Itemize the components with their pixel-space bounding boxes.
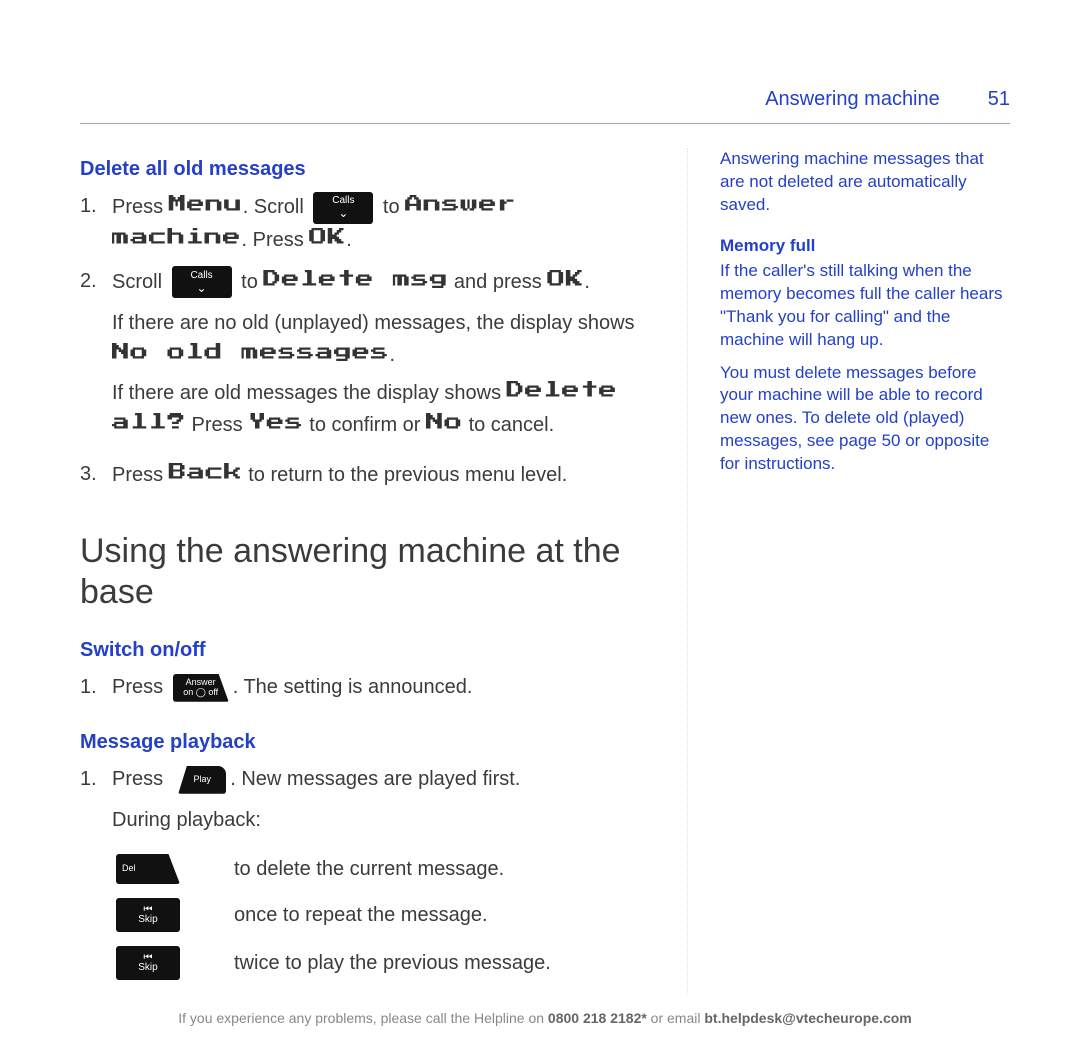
text: . New messages are played first.: [230, 768, 520, 790]
text: .: [584, 271, 590, 293]
text: to confirm or: [304, 414, 426, 436]
text: Press: [186, 414, 248, 436]
old-paragraph: If there are old messages the display sh…: [112, 377, 655, 441]
osd-no: No: [426, 413, 463, 431]
text: to: [236, 271, 264, 293]
text: .: [346, 229, 352, 251]
text: . The setting is announced.: [233, 676, 473, 698]
delete-step-3: 3. Press Back to return to the previous …: [80, 459, 655, 491]
text: and press: [448, 271, 547, 293]
header-rule: [80, 123, 1010, 124]
step-number: 2.: [80, 266, 102, 299]
during-playback-label: During playback:: [112, 805, 655, 836]
columns: Delete all old messages 1. Press Menu. S…: [80, 148, 1010, 994]
step-number: 3.: [80, 459, 102, 491]
footer-email: bt.helpdesk@vtecheurope.com: [704, 1010, 911, 1026]
step-number: 1.: [80, 191, 102, 256]
chevron-down-icon: ⌄: [197, 282, 207, 294]
step-body: Press Play . New messages are played firs…: [112, 764, 655, 840]
key-label: Skip: [138, 915, 157, 926]
footer-text: or email: [647, 1010, 705, 1026]
heading-switch: Switch on/off: [80, 639, 655, 662]
osd-menu: Menu: [169, 195, 243, 213]
playback-row-skip-back-2: ⏮Skip twice to play the previous message…: [112, 946, 655, 980]
key-label: Skip: [138, 963, 157, 974]
side-note-memory-full-2: You must delete messages before your mac…: [720, 362, 1010, 477]
del-key-icon: Del: [116, 854, 180, 884]
text: . Press: [242, 229, 310, 251]
calls-down-key-icon: Calls⌄: [313, 192, 373, 224]
skip-back-key-icon: ⏮Skip: [116, 898, 180, 932]
playback-row-skip-back: ⏮Skip once to repeat the message.: [112, 898, 655, 932]
text: If there are old messages the display sh…: [112, 382, 507, 404]
text: Press: [112, 196, 169, 218]
step-number: 1.: [80, 672, 102, 703]
playback-row-del: Del to delete the current message.: [112, 854, 655, 884]
calls-down-key-icon: Calls⌄: [172, 266, 232, 298]
main-column: Delete all old messages 1. Press Menu. S…: [80, 148, 655, 994]
step-body: Scroll Calls⌄ to Delete msg and press OK…: [112, 266, 655, 299]
step-body: Press Answeron ◯ off. The setting is ann…: [112, 672, 655, 703]
chevron-down-icon: ⌄: [338, 207, 348, 219]
footer-phone: 0800 218 2182*: [548, 1010, 647, 1026]
osd-back: Back: [169, 463, 243, 481]
key-label: Del: [122, 864, 136, 873]
no-old-paragraph: If there are no old (unplayed) messages,…: [112, 308, 655, 371]
heading-base: Using the answering machine at the base: [80, 531, 655, 613]
step-body: Press Back to return to the previous men…: [112, 459, 655, 491]
playback-table: Del to delete the current message. ⏮Skip…: [112, 854, 655, 980]
playback-desc: to delete the current message.: [234, 858, 504, 881]
footer-text: If you experience any problems, please c…: [178, 1010, 548, 1026]
text: to cancel.: [463, 414, 554, 436]
heading-delete-all: Delete all old messages: [80, 158, 655, 181]
delete-step-2: 2. Scroll Calls⌄ to Delete msg and press…: [80, 266, 655, 299]
text: to return to the previous menu level.: [243, 464, 568, 486]
text: Press: [112, 768, 169, 790]
osd-no-old: No old messages: [112, 343, 390, 361]
section-title: Answering machine: [765, 88, 940, 111]
skip-back-key-icon: ⏮Skip: [116, 946, 180, 980]
text: . Scroll: [243, 196, 310, 218]
playback-desc: twice to play the previous message.: [234, 952, 551, 975]
playback-desc: once to repeat the message.: [234, 904, 488, 927]
osd-yes: Yes: [248, 413, 304, 431]
osd-ok: OK: [309, 228, 346, 246]
answer-on-off-key-icon: Answeron ◯ off: [173, 674, 229, 702]
key-label-bottom: on ◯ off: [183, 688, 218, 697]
side-heading-memory-full: Memory full: [720, 235, 1010, 258]
column-divider: [687, 148, 688, 994]
osd-delete-msg: Delete msg: [263, 270, 448, 288]
step-number: 1.: [80, 764, 102, 840]
text: to: [377, 196, 405, 218]
text: Scroll: [112, 271, 168, 293]
text: .: [390, 344, 396, 366]
osd-ok: OK: [547, 270, 584, 288]
step-body: Press Menu. Scroll Calls⌄ to Answer mach…: [112, 191, 655, 256]
text: If there are no old (unplayed) messages,…: [112, 312, 635, 334]
side-note-autosave: Answering machine messages that are not …: [720, 148, 1010, 217]
delete-step-1: 1. Press Menu. Scroll Calls⌄ to Answer m…: [80, 191, 655, 256]
playback-step-1: 1. Press Play . New messages are played f…: [80, 764, 655, 840]
key-label: Play: [193, 775, 211, 784]
page-footer: If you experience any problems, please c…: [80, 1010, 1010, 1026]
page-number: 51: [988, 88, 1010, 111]
running-header: Answering machine 51: [80, 88, 1010, 111]
side-note-memory-full-1: If the caller's still talking when the m…: [720, 260, 1010, 352]
text: Press: [112, 676, 169, 698]
heading-playback: Message playback: [80, 731, 655, 754]
page: Answering machine 51 Delete all old mess…: [0, 0, 1080, 1056]
play-key-icon: Play: [178, 766, 226, 794]
text: Press: [112, 464, 169, 486]
switch-step-1: 1. Press Answeron ◯ off. The setting is …: [80, 672, 655, 703]
side-column: Answering machine messages that are not …: [720, 148, 1010, 994]
